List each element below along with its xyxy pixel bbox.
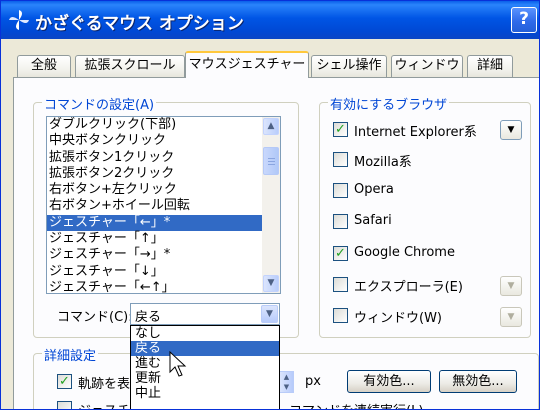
list-item[interactable]: ジェスチャー「↑」 [47,231,280,247]
scroll-thumb[interactable] [263,147,279,175]
checkbox-box[interactable] [57,401,72,409]
disabled-color-button[interactable]: 無効色... [439,370,517,393]
mouse-pointer-icon [169,351,187,377]
command-dropdown-list[interactable]: なし 戻る 進む 更新 中止 [130,325,280,409]
list-item[interactable]: ジェスチャー「→」* [47,247,280,263]
command-label: コマンド(C): [57,310,133,325]
dropdown-option[interactable]: 更新 [131,371,279,386]
browser-group-title: 有効にするブラウザ [328,94,450,113]
browser-chrome-label: Google Chrome [354,245,455,260]
browser-explorer-label: エクスプローラ(E) [354,280,463,295]
dropdown-option[interactable]: 進む [131,356,279,371]
checkmark-icon[interactable]: ✓ [57,374,72,389]
px-spinner[interactable]: ▲ ▼ [279,371,294,393]
scroll-up-icon[interactable]: ▲ [263,118,279,135]
browser-safari-label: Safari [354,213,392,228]
title-bar[interactable]: かざぐるマウス オプション ? [1,1,539,39]
continuous-label-end: コマンドを連続実行(L) [289,400,423,409]
tab-shell-operation[interactable]: シェル操作 [311,55,387,77]
tab-mouse-gesture[interactable]: マウスジェスチャー [185,51,309,78]
dropdown-option-highlighted[interactable]: 戻る [131,341,279,356]
list-item[interactable]: ジェスチャー「↓」 [47,264,280,280]
list-item[interactable]: ダブルクリック(下部) [47,117,280,133]
help-button[interactable]: ? [511,7,537,33]
details-group-title: 詳細設定 [42,345,99,364]
enabled-color-button[interactable]: 有効色... [347,370,431,393]
checkbox-box[interactable] [333,183,348,198]
checkbox-box[interactable] [333,214,348,229]
browser-ie-label: Internet Explorer系 [354,125,477,140]
tab-details[interactable]: 詳細 [467,55,513,77]
list-item[interactable]: ジェスチャー「←↑」 [47,280,280,293]
options-window: かざぐるマウス オプション ? 全般 拡張スクロール マウスジェスチャー シェル… [0,0,540,410]
chevron-down-icon[interactable]: ▼ [261,305,278,323]
dropdown-option[interactable]: なし [131,326,279,341]
list-item[interactable]: 右ボタン+左クリック [47,182,280,198]
pinwheel-icon [9,10,29,30]
command-select-value: 戻る [135,310,162,325]
tab-window[interactable]: ウィンドウ [391,55,463,77]
list-item-selected[interactable]: ジェスチャー「←」* [47,214,280,232]
ie-dropdown-button[interactable]: ▼ [500,120,522,140]
checkbox-box[interactable] [333,308,348,323]
scroll-down-icon[interactable]: ▼ [263,275,279,292]
browser-mozilla-label: Mozilla系 [354,155,412,170]
checkbox-box[interactable] [333,152,348,167]
tab-extended-scroll[interactable]: 拡張スクロール [75,55,185,77]
list-scrollbar[interactable]: ▲ ▼ [262,117,280,293]
checkbox-box[interactable] [333,277,348,292]
window-dropdown-button: ▼ [500,307,522,327]
list-item[interactable]: 右ボタン+ホイール回転 [47,198,280,214]
checkmark-icon[interactable]: ✓ [333,122,348,137]
browser-opera-label: Opera [354,182,394,197]
checkmark-icon[interactable]: ✓ [333,246,348,261]
browser-window-label: ウィンドウ(W) [354,311,442,326]
command-select[interactable]: 戻る ▼ [130,303,280,325]
list-item[interactable]: 拡張ボタン1クリック [47,150,280,166]
command-list[interactable]: ダブルクリック(下部) 中央ボタンクリック 拡張ボタン1クリック 拡張ボタン2ク… [46,116,281,294]
explorer-dropdown-button: ▼ [500,276,522,296]
tab-general[interactable]: 全般 [17,55,71,77]
list-item[interactable]: 拡張ボタン2クリック [47,166,280,182]
list-item[interactable]: 中央ボタンクリック [47,133,280,149]
window-title: かざぐるマウス オプション [35,14,244,34]
unit-label: px [305,374,321,389]
command-settings-title: コマンドの設定(A) [42,94,157,113]
dropdown-option[interactable]: 中止 [131,386,279,401]
